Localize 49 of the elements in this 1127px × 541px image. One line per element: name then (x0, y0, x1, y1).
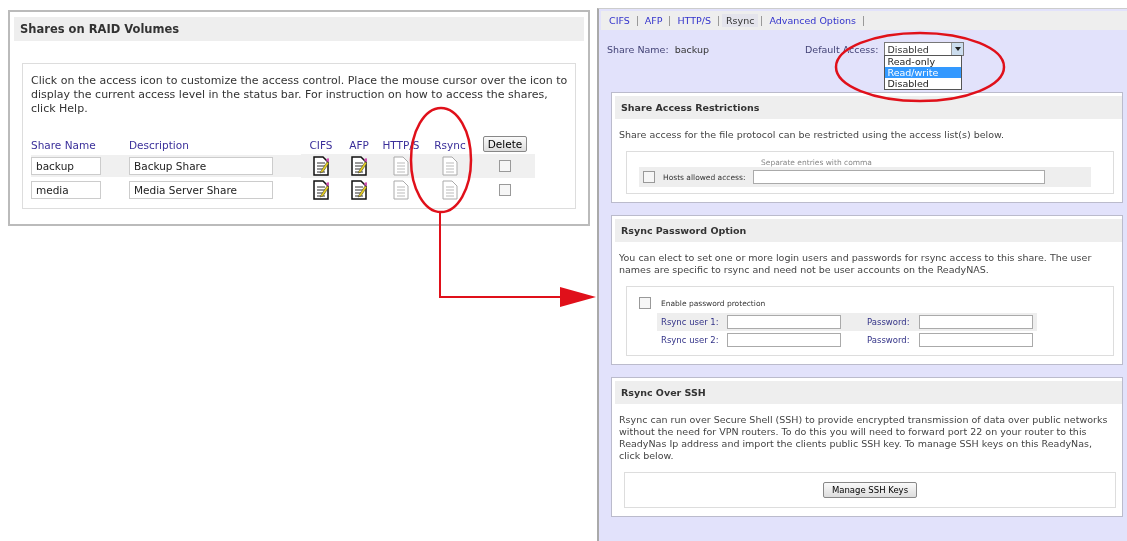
section-title: Rsync Over SSH (615, 381, 1122, 404)
panel-title: Shares on RAID Volumes (14, 17, 584, 41)
share-name-value: backup (674, 43, 709, 55)
user-label: Rsync user 1: (661, 317, 720, 327)
document-pencil-icon[interactable] (351, 156, 367, 176)
share-name-field[interactable]: backup (31, 157, 101, 175)
document-icon[interactable] (393, 180, 409, 200)
column-header: Description (129, 139, 190, 151)
delete-checkbox[interactable] (499, 160, 511, 172)
document-icon[interactable] (442, 156, 458, 176)
protocol-tab[interactable]: CIFS (605, 14, 634, 27)
column-header: Share Name (31, 139, 97, 151)
user-input[interactable] (727, 315, 841, 329)
document-pencil-icon[interactable] (313, 180, 329, 200)
document-pencil-icon[interactable] (351, 180, 367, 200)
delete-button[interactable]: Delete (482, 136, 528, 152)
default-access-dropdown[interactable]: Disabled (884, 42, 965, 56)
hosts-checkbox[interactable] (643, 171, 655, 183)
section-text: Rsync can run over Secure Shell (SSH) to provide encrypted transmission of data over public networks without the need for VPN routers. To do this you will need to forward port 22 on your router to this ReadyNas Ip address and import the clients public SSH key. To manage SSH keys on this ReadyNas, click below. (618, 413, 1109, 462)
password-input[interactable] (919, 315, 1033, 329)
section-text: Share access for the file protocol can be restricted using the access list(s) below. (618, 128, 1005, 141)
protocol-tab[interactable]: AFP (640, 14, 667, 27)
description-field[interactable]: Backup Share (129, 157, 273, 175)
password-label: Password: (867, 335, 911, 345)
column-header: CIFS (308, 139, 334, 151)
manage-ssh-keys-button[interactable]: Manage SSH Keys (822, 482, 918, 498)
password-input[interactable] (919, 333, 1033, 347)
share-name-label: Share Name: (607, 43, 669, 55)
password-label: Password: (867, 317, 911, 327)
share-name-field[interactable]: media (31, 181, 101, 199)
description-field[interactable]: Media Server Share (129, 181, 273, 199)
protocol-tab[interactable]: HTTP/S (673, 14, 715, 27)
enable-password-checkbox[interactable] (639, 297, 651, 309)
user-label: Rsync user 2: (661, 335, 720, 345)
section-title: Rsync Password Option (615, 219, 1122, 242)
protocol-tab[interactable]: Rsync (722, 14, 759, 27)
protocol-tab[interactable]: Advanced Options (765, 14, 861, 27)
caret-icon (955, 47, 961, 51)
document-pencil-icon[interactable] (313, 156, 329, 176)
section-title: Share Access Restrictions (615, 96, 1122, 119)
user-input[interactable] (727, 333, 841, 347)
document-icon[interactable] (393, 156, 409, 176)
column-header: AFP (348, 139, 370, 151)
hosts-input[interactable] (753, 170, 1046, 184)
document-icon[interactable] (442, 180, 458, 200)
instructions-text: Click on the access icon to customize the access control. Place the mouse cursor over the icon to display the current access level in the status bar. For instruction on how to access the shares, click Help. (31, 74, 569, 116)
section-text: You can elect to set one or more login users and passwords for rsync access to this share. The user names are specific to rsync and need not be user accounts on the ReadyNAS. (618, 251, 1093, 276)
delete-checkbox[interactable] (499, 184, 511, 196)
column-header: Rsync (433, 139, 467, 151)
